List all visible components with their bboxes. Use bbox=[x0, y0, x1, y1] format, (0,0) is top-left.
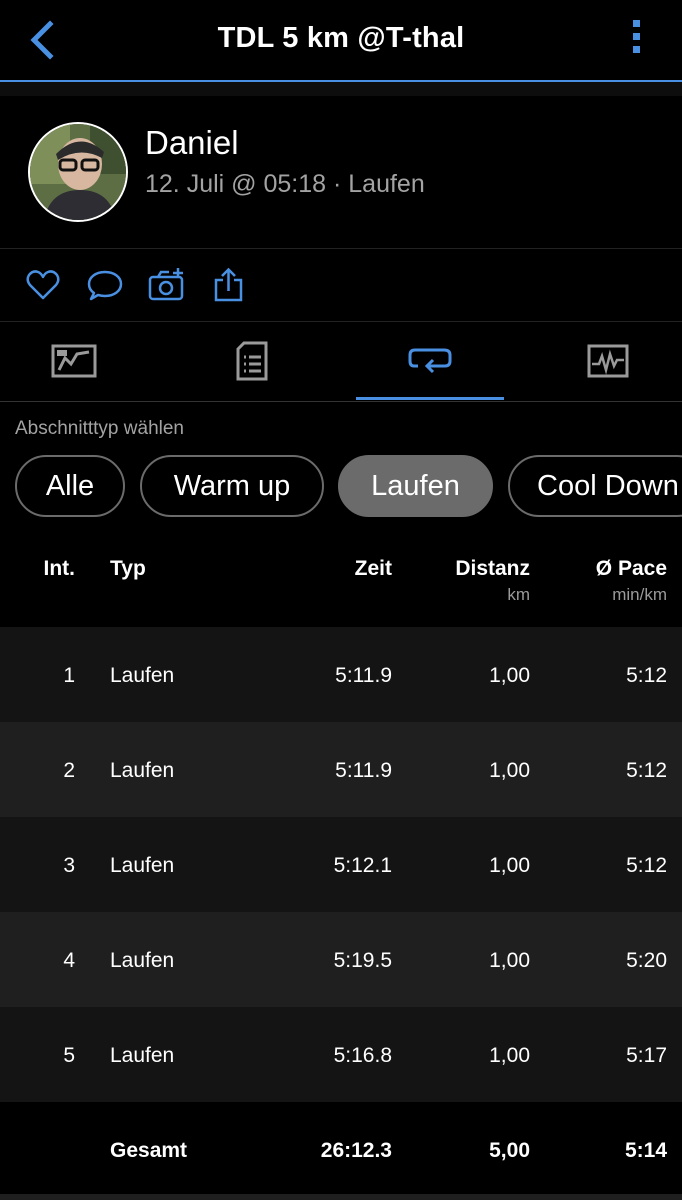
share-icon bbox=[214, 267, 243, 302]
chip-warm-up[interactable]: Warm up bbox=[140, 455, 324, 517]
action-bar bbox=[0, 249, 682, 322]
activity-owner: Daniel 12. Juli @ 05:18 · Laufen bbox=[0, 96, 682, 249]
total-row: Gesamt 26:12.3 5,00 5:14 bbox=[0, 1102, 682, 1194]
top-app-bar: TDL 5 km @T-thal bbox=[0, 0, 682, 82]
cell-distanz: 1,00 bbox=[489, 759, 530, 782]
chip-laufen[interactable]: Laufen bbox=[338, 455, 493, 517]
heart-icon bbox=[26, 270, 60, 300]
add-photo-icon bbox=[148, 268, 184, 301]
col-pace: Ø Pace bbox=[595, 557, 667, 580]
total-label: Gesamt bbox=[110, 1139, 188, 1162]
tab-map[interactable] bbox=[0, 322, 148, 400]
col-pace-unit: min/km bbox=[612, 585, 667, 604]
map-icon bbox=[51, 344, 97, 378]
chip-all[interactable]: Alle bbox=[15, 455, 125, 517]
laps-table-header: Int. Typ Zeit Distanz km Ø Pace min/km bbox=[0, 533, 682, 627]
cell-typ: Laufen bbox=[110, 949, 175, 972]
table-row[interactable]: 3 Laufen 5:12.1 1,00 5:12 bbox=[0, 817, 682, 912]
comment-button[interactable] bbox=[87, 267, 123, 303]
col-zeit: Zeit bbox=[354, 557, 392, 580]
col-distanz: Distanz bbox=[455, 557, 530, 580]
total-pace: 5:14 bbox=[624, 1139, 667, 1162]
repeat-icon bbox=[408, 348, 452, 373]
activity-pulse-icon bbox=[587, 344, 629, 378]
page-title: TDL 5 km @T-thal bbox=[217, 22, 465, 54]
cell-pace: 5:17 bbox=[626, 1044, 667, 1067]
cell-pace: 5:12 bbox=[626, 759, 667, 782]
comment-icon bbox=[87, 270, 123, 301]
cell-distanz: 1,00 bbox=[489, 664, 530, 687]
cell-typ: Laufen bbox=[110, 759, 175, 782]
cell-int: 3 bbox=[63, 854, 75, 877]
table-row[interactable]: 1 Laufen 5:11.9 1,00 5:12 bbox=[0, 627, 682, 722]
chip-cool-down[interactable]: Cool Down bbox=[508, 455, 682, 517]
owner-name: Daniel bbox=[145, 124, 239, 161]
table-row[interactable]: 4 Laufen 5:19.5 1,00 5:20 bbox=[0, 912, 682, 1007]
filter-label: Abschnitttyp wählen bbox=[15, 418, 184, 439]
tab-stats[interactable] bbox=[534, 322, 682, 400]
col-distanz-unit: km bbox=[507, 585, 530, 604]
document-list-icon bbox=[236, 341, 268, 381]
cell-typ: Laufen bbox=[110, 664, 175, 687]
more-vertical-icon bbox=[626, 18, 646, 53]
cell-zeit: 5:19.5 bbox=[333, 949, 392, 972]
total-distanz: 5,00 bbox=[489, 1139, 530, 1162]
tab-details[interactable] bbox=[178, 322, 326, 400]
like-button[interactable] bbox=[25, 267, 61, 303]
col-int: Int. bbox=[43, 557, 76, 580]
more-options-button[interactable] bbox=[626, 18, 646, 62]
cell-typ: Laufen bbox=[110, 1044, 175, 1067]
header-separator bbox=[0, 82, 682, 96]
activity-meta: 12. Juli @ 05:18 · Laufen bbox=[145, 170, 425, 198]
cell-int: 4 bbox=[63, 949, 75, 972]
cell-int: 5 bbox=[63, 1044, 75, 1067]
table-row[interactable]: 2 Laufen 5:11.9 1,00 5:12 bbox=[0, 722, 682, 817]
cell-pace: 5:20 bbox=[626, 949, 667, 972]
cell-zeit: 5:12.1 bbox=[333, 854, 392, 877]
total-zeit: 26:12.3 bbox=[320, 1139, 392, 1162]
cell-zeit: 5:11.9 bbox=[335, 759, 392, 782]
cell-distanz: 1,00 bbox=[489, 1044, 530, 1067]
lap-type-filter: Alle Warm up Laufen Cool Down bbox=[0, 455, 682, 521]
add-photo-button[interactable] bbox=[148, 267, 184, 303]
cell-typ: Laufen bbox=[110, 854, 175, 877]
table-row[interactable]: 5 Laufen 5:16.8 1,00 5:17 bbox=[0, 1007, 682, 1102]
col-typ: Typ bbox=[110, 557, 146, 580]
avatar-photo bbox=[30, 124, 126, 220]
bottom-divider bbox=[0, 1194, 682, 1200]
activity-tabs bbox=[0, 322, 682, 402]
cell-zeit: 5:11.9 bbox=[335, 664, 392, 687]
cell-int: 1 bbox=[63, 664, 75, 687]
cell-distanz: 1,00 bbox=[489, 949, 530, 972]
cell-zeit: 5:16.8 bbox=[333, 1044, 392, 1067]
share-button[interactable] bbox=[211, 267, 247, 303]
cell-int: 2 bbox=[63, 759, 75, 782]
cell-pace: 5:12 bbox=[626, 664, 667, 687]
cell-distanz: 1,00 bbox=[489, 854, 530, 877]
avatar[interactable] bbox=[28, 122, 128, 222]
cell-pace: 5:12 bbox=[626, 854, 667, 877]
tab-laps[interactable] bbox=[356, 322, 504, 400]
